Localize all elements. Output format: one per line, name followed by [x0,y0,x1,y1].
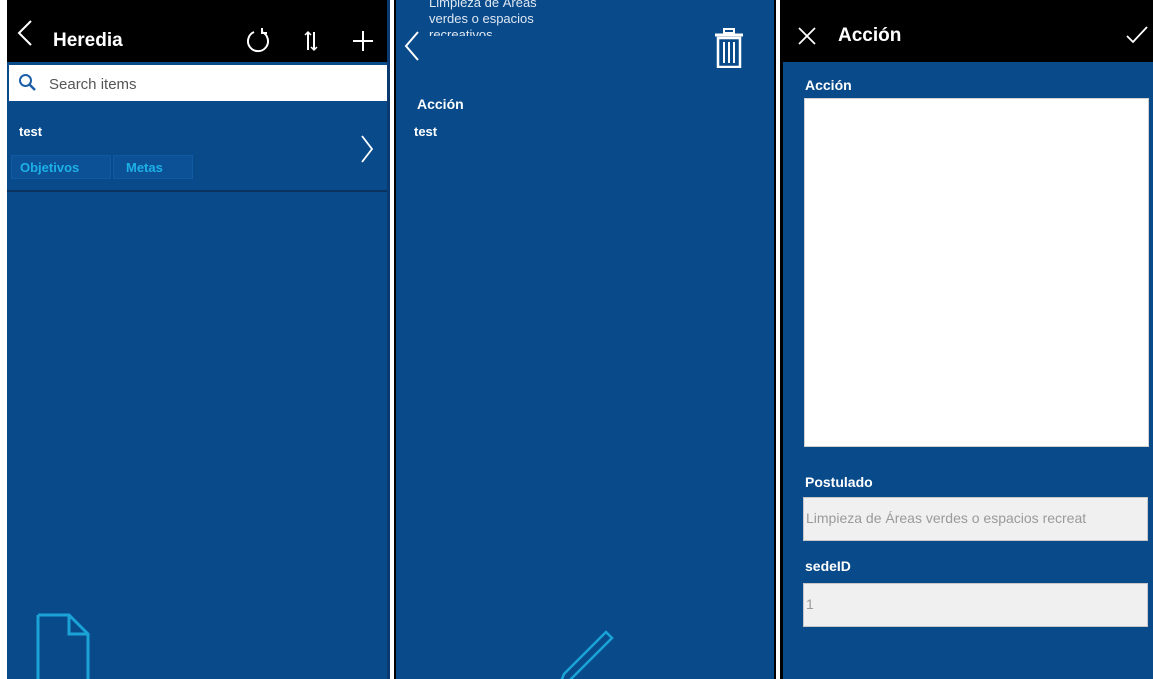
edit-title: Acción [838,25,902,46]
detail-title-line-2: verdes o espacios [429,11,534,26]
search-box[interactable] [9,65,387,101]
edit-panel: Acción Acción Postulado Limpieza de Área… [780,0,1153,679]
edit-pencil-icon[interactable] [556,628,616,679]
document-icon[interactable] [35,612,91,679]
detail-title: Limpieza de Áreas verdes o espacios recr… [429,0,579,36]
sedeid-label: sedeID [805,558,851,574]
postulado-label: Postulado [805,474,873,490]
tag-metas[interactable]: Metas [113,155,193,179]
back-icon[interactable] [404,30,420,67]
search-icon [18,73,38,98]
accion-textarea[interactable] [804,98,1149,447]
detail-panel: Limpieza de Áreas verdes o espacios recr… [394,0,776,679]
accion-value: test [414,124,438,139]
scrollbar[interactable] [387,0,390,679]
refresh-icon[interactable] [245,28,271,59]
back-icon[interactable] [17,20,33,51]
list-header: Heredia [7,0,390,62]
sedeid-field[interactable]: 1 [803,583,1148,627]
list-panel: Heredia test Objetivos Metas [7,0,390,679]
detail-title-line-1: Limpieza de Áreas [429,0,537,10]
close-icon[interactable] [798,27,816,50]
accion-field-label: Acción [805,77,852,93]
list-item[interactable]: test Objetivos Metas [7,112,390,192]
list-title: Heredia [53,30,123,51]
search-input[interactable] [47,71,381,97]
detail-title-line-3: recreativos [429,27,493,36]
sort-icon[interactable] [304,30,318,57]
list-item-title: test [19,124,43,139]
postulado-field[interactable]: Limpieza de Áreas verdes o espacios recr… [803,497,1148,541]
accion-label: Acción [417,96,464,112]
add-icon[interactable] [352,30,374,57]
tag-objetivos[interactable]: Objetivos [11,155,111,179]
chevron-right-icon[interactable] [360,134,374,169]
trash-icon[interactable] [714,28,744,73]
edit-header: Acción [783,0,1153,62]
check-icon[interactable] [1126,26,1148,49]
